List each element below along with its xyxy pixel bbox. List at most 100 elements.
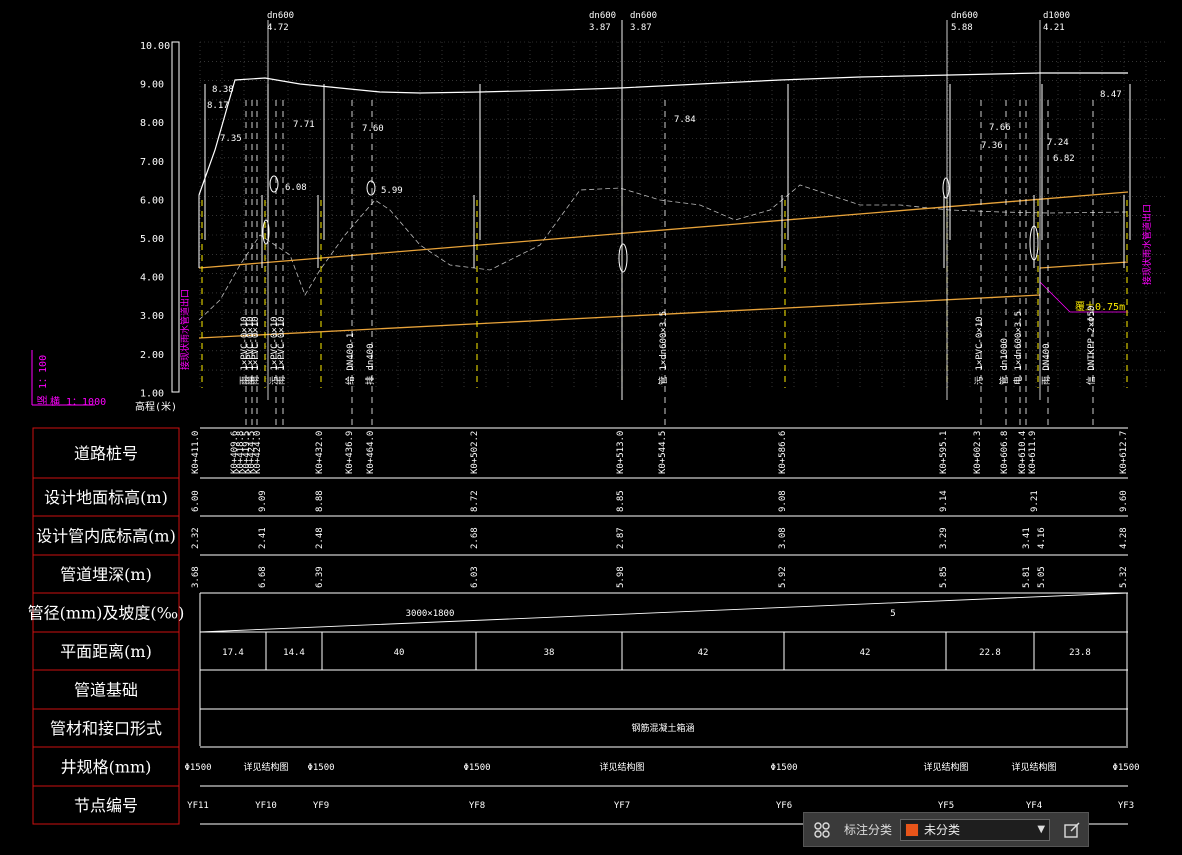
annotation-category-select[interactable]: 未分类 ▼: [900, 818, 1051, 841]
elevation-label: 7.66: [989, 123, 1011, 133]
pipe-invert-line: [198, 294, 1041, 339]
invert-elevation: 4.28: [1119, 527, 1129, 549]
burial-depth: 5.92: [778, 566, 788, 588]
crossing-label: 雨 1×PVC-0×10: [250, 316, 261, 385]
elevation-label: 6.08: [285, 183, 307, 193]
crossing-labels: 雨 1×PVC-0×10雨 1×PVC-0×10雨 1×PVC-0×10 污 1×…: [239, 306, 1097, 385]
node-id: YF9: [313, 801, 329, 811]
well-spec: Φ1500: [1112, 763, 1139, 773]
elevation-tick: 3.00: [140, 311, 164, 322]
station-value: K0+606.8: [1000, 431, 1010, 474]
node-id: YF4: [1026, 801, 1042, 811]
plan-distance: 17.4: [222, 648, 244, 658]
crossing-label: 排 dn400: [364, 343, 376, 385]
burial-depth: 6.68: [258, 566, 268, 588]
category-selected-value: 未分类: [924, 823, 961, 837]
right-note: 接现状雨水管道出口: [1141, 204, 1153, 285]
well-spec: 详见结构图: [243, 761, 288, 773]
pipe-tag-size: dn600: [951, 11, 978, 21]
pipe-invert-line-2: [1039, 261, 1129, 269]
design-ground-line: [198, 72, 1128, 196]
elevation-tick: 5.00: [140, 234, 164, 245]
well-spec: Φ1500: [307, 763, 334, 773]
station-value: K0+432.0: [315, 431, 325, 474]
pipe-tag-size: dn600: [267, 11, 294, 21]
profile-drawing: 10.00 9.00 8.00 7.00 6.00 5.00 4.00 3.00 2.00 1.0…: [28, 11, 1165, 825]
node-id: YF8: [469, 801, 485, 811]
burial-depth: 5.05: [1037, 566, 1047, 588]
table-label: 管道基础: [74, 681, 138, 700]
elevation-tick-labels: 10.00 9.00 8.00 7.00 6.00 5.00 4.00 3.00 2.00 1.0…: [140, 41, 170, 399]
ground-elevation: 9.60: [1119, 490, 1129, 512]
table-label: 道路桩号: [74, 444, 138, 463]
plan-distance: 42: [698, 648, 709, 658]
node-id: YF6: [776, 801, 792, 811]
well-spec: 详见结构图: [923, 761, 968, 773]
elevation-unit-label: 高程(米): [135, 400, 177, 413]
edit-icon[interactable]: [1060, 818, 1084, 842]
invert-elevation: 3.29: [939, 527, 949, 549]
elevation-tick: 10.00: [140, 41, 170, 52]
station-value: K0+464.0: [366, 431, 376, 474]
crossing-pipe: [618, 243, 628, 273]
pipe-tag-size: dn600: [630, 11, 657, 21]
pipe-tag-value: 3.87: [589, 23, 611, 33]
elevation-label: 7.60: [362, 124, 384, 134]
elevation-label: 7.36: [981, 141, 1003, 151]
burial-depth: 5.85: [939, 566, 949, 588]
station-value: K0+411.0: [191, 431, 201, 474]
invert-elevation: 3.08: [778, 527, 788, 549]
node-id: YF3: [1118, 801, 1134, 811]
pipe-slope: 5: [890, 609, 895, 619]
station-value: K0+513.0: [616, 431, 626, 474]
elevation-tick: 2.00: [140, 350, 164, 361]
station-value: K0+595.1: [939, 431, 949, 474]
elevation-tick: 8.00: [140, 118, 164, 129]
ground-elevation: 6.00: [191, 490, 201, 512]
existing-ground-line: [198, 184, 1129, 321]
invert-elevation: 2.68: [470, 527, 480, 549]
apps-grid-icon[interactable]: [812, 820, 832, 840]
elevation-tick: 6.00: [140, 195, 164, 206]
crossing-label: 信 DNTKPP-2×Φ50: [1085, 306, 1097, 385]
left-note: 接现状雨水管道出口: [179, 289, 191, 370]
plan-distance: 42: [860, 648, 871, 658]
plan-distance: 22.8: [979, 648, 1001, 658]
ground-elevation: 9.09: [258, 490, 268, 512]
crossing-pipe: [366, 180, 376, 196]
elevation-axis-bar: [171, 41, 180, 393]
well-spec: Φ1500: [184, 763, 211, 773]
table-label: 管径(mm)及坡度(‰): [28, 604, 185, 623]
burial-depth: 6.39: [315, 566, 325, 588]
pipe-crown-line: [198, 191, 1129, 269]
elevation-label: 7.71: [293, 120, 315, 130]
station-value: K0+611.9: [1028, 431, 1038, 474]
cover-depth-label: 覆土0.75m: [1075, 300, 1125, 313]
station-value: K0+610.4: [1018, 431, 1028, 474]
pipe-tag-value: 5.88: [951, 23, 973, 33]
crossing-label: 污 1×PVC-0×10: [973, 316, 985, 385]
slope-diagonal: [199, 592, 1128, 633]
station-value: K0+436.9: [345, 431, 355, 474]
node-id: YF11: [187, 801, 209, 811]
elevation-tick: 9.00: [140, 80, 164, 91]
invert-elevation: 2.87: [616, 527, 626, 549]
scale-indicator: 竖 1：100 横 1：1000: [31, 350, 106, 408]
table-label: 设计管内底标高(m): [36, 527, 176, 546]
manholes: [198, 84, 1131, 268]
invert-elevation: 2.32: [191, 527, 201, 549]
invert-elevation: 2.48: [315, 527, 325, 549]
table-label: 管材和接口形式: [50, 719, 162, 738]
annotation-category-label: 标注分类: [844, 823, 893, 837]
elevation-label: 8.38: [212, 85, 234, 95]
crossing-label: 电 1×dn600×3.5: [1012, 311, 1024, 385]
invert-elevation: 2.41: [258, 527, 268, 549]
table-label: 井规格(mm): [61, 758, 152, 777]
elevation-label: 5.99: [381, 186, 403, 196]
crossing-label: 雨 1×PVC-0×10: [276, 316, 287, 385]
elevation-label: 7.35: [220, 134, 242, 144]
crossing-pipes: [262, 175, 1039, 273]
elevation-labels: 8.38 8.17 7.35 7.71 6.08 7.60 5.99 7.84 7.66 7.36…: [207, 85, 1122, 196]
plan-distance: 40: [394, 648, 405, 658]
elevation-label: 7.24: [1047, 138, 1069, 148]
